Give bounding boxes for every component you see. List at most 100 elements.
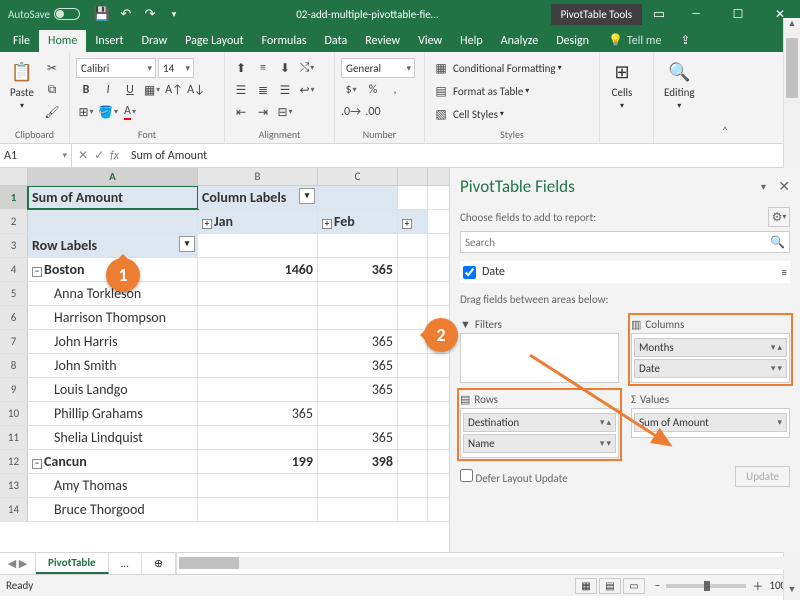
tab-data[interactable]: Data: [316, 30, 357, 52]
italic-icon[interactable]: I: [98, 80, 118, 100]
align-left-icon[interactable]: ☰: [231, 80, 251, 100]
autosave-toggle[interactable]: AutoSave: [0, 8, 88, 21]
align-bot-icon[interactable]: ⬇: [275, 58, 295, 78]
fill-color-icon[interactable]: 🪣: [98, 102, 118, 122]
area-columns[interactable]: ▥Columns Months▾ ▴ Date▾ ▾: [631, 316, 790, 383]
expand-icon[interactable]: +: [322, 219, 332, 229]
maximize-button[interactable]: ☐: [718, 0, 758, 28]
area-filters[interactable]: ▼Filters: [460, 316, 619, 383]
pane-dropdown-icon[interactable]: ▾: [761, 180, 766, 193]
increase-font-icon[interactable]: A↑: [164, 80, 184, 100]
number-format-combo[interactable]: General: [341, 58, 415, 78]
chip-name[interactable]: Name▾ ▾: [463, 434, 616, 453]
bold-icon[interactable]: B: [76, 80, 96, 100]
qat-dropdown-icon[interactable]: ▾: [166, 6, 182, 22]
conditional-formatting-button[interactable]: ▦Conditional Formatting ▾: [431, 58, 562, 78]
area-rows[interactable]: ▤Rows Destination▾ ▴ Name▾ ▾: [460, 391, 619, 458]
editing-button[interactable]: 🔍Editing▾: [660, 58, 699, 113]
new-sheet-button[interactable]: ⊕: [142, 553, 176, 574]
zoom-in-icon[interactable]: ＋: [752, 578, 763, 594]
tab-page-layout[interactable]: Page Layout: [176, 30, 252, 52]
tab-home[interactable]: Home: [39, 30, 86, 52]
font-size-combo[interactable]: 14: [158, 58, 194, 78]
select-all-button[interactable]: [0, 168, 28, 185]
collapse-ribbon-icon[interactable]: ˄: [714, 52, 736, 143]
chip-destination[interactable]: Destination▾ ▴: [463, 413, 616, 432]
expand-icon[interactable]: +: [402, 219, 412, 229]
share-button[interactable]: ⇪: [671, 29, 699, 52]
view-page-layout-icon[interactable]: ▤: [599, 578, 621, 594]
cancel-formula-icon[interactable]: ✕: [78, 148, 88, 163]
name-box[interactable]: A1: [0, 144, 72, 167]
align-center-icon[interactable]: ≣: [253, 80, 273, 100]
enter-formula-icon[interactable]: ✓: [94, 148, 104, 163]
chip-date[interactable]: Date▾ ▾: [634, 359, 787, 378]
cell-a1[interactable]: Sum of Amount: [28, 186, 198, 209]
col-header-c[interactable]: C: [318, 168, 398, 185]
indent-inc-icon[interactable]: ⇥: [253, 102, 273, 122]
col-header-b[interactable]: B: [198, 168, 318, 185]
chip-months[interactable]: Months▾ ▴: [634, 338, 787, 357]
border-icon-2[interactable]: ⊞: [76, 102, 96, 122]
update-button[interactable]: Update: [735, 466, 790, 487]
formula-input[interactable]: Sum of Amount: [125, 144, 782, 167]
view-normal-icon[interactable]: ▦: [575, 578, 597, 594]
zoom-out-icon[interactable]: −: [655, 579, 660, 592]
view-page-break-icon[interactable]: ▭: [623, 578, 645, 594]
filter-icon[interactable]: ▾: [179, 236, 195, 252]
indent-dec-icon[interactable]: ⇤: [231, 102, 251, 122]
tell-me[interactable]: 💡 Tell me: [598, 29, 671, 52]
expand-icon[interactable]: +: [202, 219, 212, 229]
minimize-button[interactable]: ―: [676, 0, 716, 28]
col-header-d[interactable]: [398, 168, 428, 185]
cut-icon[interactable]: ✂: [42, 58, 62, 78]
align-right-icon[interactable]: ☰: [275, 80, 295, 100]
tab-formulas[interactable]: Formulas: [253, 30, 316, 52]
copy-icon[interactable]: ⧉: [42, 80, 62, 100]
fx-icon[interactable]: fx: [110, 149, 119, 163]
redo-icon[interactable]: ↷: [142, 6, 158, 22]
zoom-slider[interactable]: [666, 584, 746, 588]
font-name-combo[interactable]: Calibri: [76, 58, 156, 78]
dec-decimal-icon[interactable]: .00: [363, 102, 383, 122]
currency-icon[interactable]: $: [341, 80, 361, 100]
wrap-icon[interactable]: ↩: [297, 80, 317, 100]
paste-button[interactable]: 📋Paste▾: [6, 58, 38, 113]
decrease-font-icon[interactable]: A↓: [186, 80, 206, 100]
underline-icon[interactable]: U: [120, 80, 140, 100]
save-icon[interactable]: 💾: [94, 6, 110, 22]
tab-file[interactable]: File: [4, 30, 39, 52]
gear-icon[interactable]: ⚙▾: [768, 207, 790, 227]
horizontal-scrollbar[interactable]: [176, 553, 800, 574]
defer-layout-checkbox[interactable]: Defer Layout Update: [460, 469, 568, 485]
field-menu-icon[interactable]: ≡: [782, 266, 787, 279]
tab-help[interactable]: Help: [451, 30, 492, 52]
collapse-icon[interactable]: −: [32, 459, 42, 469]
font-color-icon[interactable]: A: [120, 102, 140, 122]
close-pane-icon[interactable]: ✕: [778, 178, 790, 195]
filter-icon[interactable]: ▾: [299, 188, 315, 204]
sheet-nav[interactable]: ◀ ▶: [0, 553, 36, 574]
tab-draw[interactable]: Draw: [133, 30, 177, 52]
cell-c1[interactable]: [318, 186, 398, 209]
field-item-date[interactable]: Date≡: [461, 262, 789, 282]
merge-icon[interactable]: ⊟: [275, 102, 295, 122]
sheet-tab-pivottable[interactable]: PivotTable: [36, 553, 109, 574]
align-top-icon[interactable]: ⬆: [231, 58, 251, 78]
cell-b1[interactable]: Column Labels▾: [198, 186, 318, 209]
search-input[interactable]: [465, 236, 770, 249]
checkbox-date[interactable]: [463, 266, 476, 279]
worksheet-grid[interactable]: A B C 1 Sum of Amount Column Labels▾ 2 +…: [0, 168, 450, 552]
tab-insert[interactable]: Insert: [86, 30, 132, 52]
area-values[interactable]: ΣValues Sum of Amount▾: [631, 391, 790, 458]
field-search[interactable]: 🔍: [460, 231, 790, 253]
tab-design[interactable]: Design: [547, 30, 598, 52]
chip-sum-amount[interactable]: Sum of Amount▾: [634, 413, 787, 432]
cells-button[interactable]: ⊞Cells▾: [606, 58, 638, 113]
orientation-icon[interactable]: ⤭: [297, 58, 317, 78]
comma-icon[interactable]: ,: [385, 80, 405, 100]
tab-review[interactable]: Review: [356, 30, 409, 52]
tab-analyze[interactable]: Analyze: [492, 30, 548, 52]
inc-decimal-icon[interactable]: .0→: [341, 102, 361, 122]
border-icon[interactable]: ▦: [142, 80, 162, 100]
